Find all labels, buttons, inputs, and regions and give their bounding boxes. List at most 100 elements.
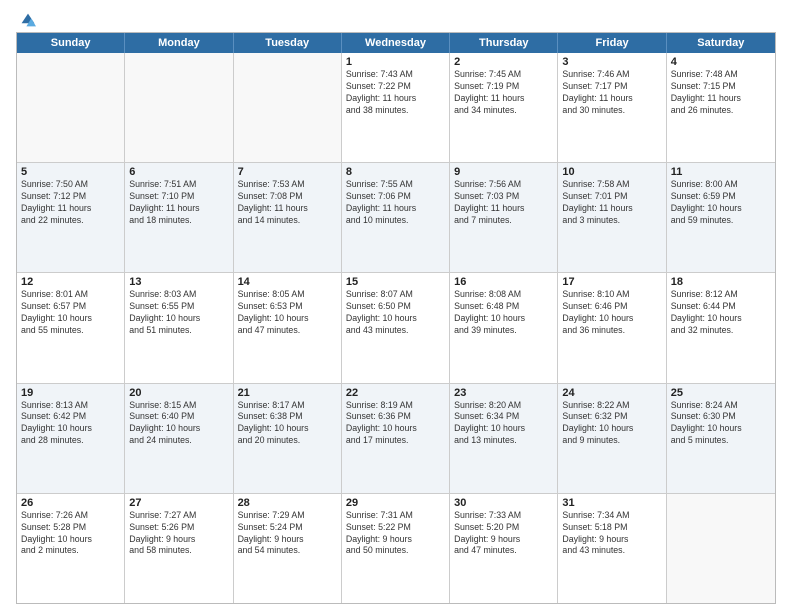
- col-header-wednesday: Wednesday: [342, 33, 450, 53]
- col-header-saturday: Saturday: [667, 33, 775, 53]
- day-cell-13: 13Sunrise: 8:03 AMSunset: 6:55 PMDayligh…: [125, 273, 233, 382]
- calendar: SundayMondayTuesdayWednesdayThursdayFrid…: [16, 32, 776, 604]
- title-area: [106, 12, 776, 14]
- col-header-sunday: Sunday: [17, 33, 125, 53]
- day-number: 18: [671, 276, 771, 288]
- col-header-tuesday: Tuesday: [234, 33, 342, 53]
- page: SundayMondayTuesdayWednesdayThursdayFrid…: [0, 0, 792, 612]
- day-cell-20: 20Sunrise: 8:15 AMSunset: 6:40 PMDayligh…: [125, 384, 233, 493]
- day-cell-27: 27Sunrise: 7:27 AMSunset: 5:26 PMDayligh…: [125, 494, 233, 603]
- day-info: Sunrise: 8:22 AMSunset: 6:32 PMDaylight:…: [562, 400, 661, 448]
- day-cell-9: 9Sunrise: 7:56 AMSunset: 7:03 PMDaylight…: [450, 163, 558, 272]
- day-cell-18: 18Sunrise: 8:12 AMSunset: 6:44 PMDayligh…: [667, 273, 775, 382]
- day-number: 2: [454, 56, 553, 68]
- day-number: 27: [129, 497, 228, 509]
- day-info: Sunrise: 7:29 AMSunset: 5:24 PMDaylight:…: [238, 510, 337, 558]
- day-info: Sunrise: 8:08 AMSunset: 6:48 PMDaylight:…: [454, 289, 553, 337]
- day-info: Sunrise: 7:34 AMSunset: 5:18 PMDaylight:…: [562, 510, 661, 558]
- day-info: Sunrise: 7:53 AMSunset: 7:08 PMDaylight:…: [238, 179, 337, 227]
- day-info: Sunrise: 8:13 AMSunset: 6:42 PMDaylight:…: [21, 400, 120, 448]
- day-number: 9: [454, 166, 553, 178]
- day-cell-19: 19Sunrise: 8:13 AMSunset: 6:42 PMDayligh…: [17, 384, 125, 493]
- logo-icon: [20, 12, 36, 28]
- day-info: Sunrise: 7:50 AMSunset: 7:12 PMDaylight:…: [21, 179, 120, 227]
- day-number: 28: [238, 497, 337, 509]
- day-info: Sunrise: 7:27 AMSunset: 5:26 PMDaylight:…: [129, 510, 228, 558]
- day-cell-28: 28Sunrise: 7:29 AMSunset: 5:24 PMDayligh…: [234, 494, 342, 603]
- day-info: Sunrise: 7:56 AMSunset: 7:03 PMDaylight:…: [454, 179, 553, 227]
- day-info: Sunrise: 7:51 AMSunset: 7:10 PMDaylight:…: [129, 179, 228, 227]
- day-cell-31: 31Sunrise: 7:34 AMSunset: 5:18 PMDayligh…: [558, 494, 666, 603]
- day-cell-4: 4Sunrise: 7:48 AMSunset: 7:15 PMDaylight…: [667, 53, 775, 162]
- day-number: 15: [346, 276, 445, 288]
- day-cell-10: 10Sunrise: 7:58 AMSunset: 7:01 PMDayligh…: [558, 163, 666, 272]
- day-info: Sunrise: 7:43 AMSunset: 7:22 PMDaylight:…: [346, 69, 445, 117]
- empty-cell: [125, 53, 233, 162]
- day-info: Sunrise: 8:00 AMSunset: 6:59 PMDaylight:…: [671, 179, 771, 227]
- day-cell-5: 5Sunrise: 7:50 AMSunset: 7:12 PMDaylight…: [17, 163, 125, 272]
- day-cell-16: 16Sunrise: 8:08 AMSunset: 6:48 PMDayligh…: [450, 273, 558, 382]
- day-number: 20: [129, 387, 228, 399]
- day-number: 7: [238, 166, 337, 178]
- day-cell-2: 2Sunrise: 7:45 AMSunset: 7:19 PMDaylight…: [450, 53, 558, 162]
- day-number: 21: [238, 387, 337, 399]
- day-cell-22: 22Sunrise: 8:19 AMSunset: 6:36 PMDayligh…: [342, 384, 450, 493]
- day-info: Sunrise: 7:48 AMSunset: 7:15 PMDaylight:…: [671, 69, 771, 117]
- day-info: Sunrise: 8:05 AMSunset: 6:53 PMDaylight:…: [238, 289, 337, 337]
- day-number: 30: [454, 497, 553, 509]
- day-info: Sunrise: 7:55 AMSunset: 7:06 PMDaylight:…: [346, 179, 445, 227]
- day-cell-7: 7Sunrise: 7:53 AMSunset: 7:08 PMDaylight…: [234, 163, 342, 272]
- col-header-monday: Monday: [125, 33, 233, 53]
- day-cell-17: 17Sunrise: 8:10 AMSunset: 6:46 PMDayligh…: [558, 273, 666, 382]
- day-number: 29: [346, 497, 445, 509]
- day-number: 5: [21, 166, 120, 178]
- day-cell-15: 15Sunrise: 8:07 AMSunset: 6:50 PMDayligh…: [342, 273, 450, 382]
- empty-cell: [234, 53, 342, 162]
- day-cell-12: 12Sunrise: 8:01 AMSunset: 6:57 PMDayligh…: [17, 273, 125, 382]
- day-number: 14: [238, 276, 337, 288]
- day-info: Sunrise: 8:10 AMSunset: 6:46 PMDaylight:…: [562, 289, 661, 337]
- day-info: Sunrise: 7:58 AMSunset: 7:01 PMDaylight:…: [562, 179, 661, 227]
- day-cell-6: 6Sunrise: 7:51 AMSunset: 7:10 PMDaylight…: [125, 163, 233, 272]
- day-info: Sunrise: 8:15 AMSunset: 6:40 PMDaylight:…: [129, 400, 228, 448]
- col-header-thursday: Thursday: [450, 33, 558, 53]
- header: [16, 12, 776, 28]
- col-header-friday: Friday: [558, 33, 666, 53]
- day-number: 11: [671, 166, 771, 178]
- day-info: Sunrise: 8:03 AMSunset: 6:55 PMDaylight:…: [129, 289, 228, 337]
- day-info: Sunrise: 7:33 AMSunset: 5:20 PMDaylight:…: [454, 510, 553, 558]
- day-number: 6: [129, 166, 228, 178]
- day-number: 19: [21, 387, 120, 399]
- empty-cell: [17, 53, 125, 162]
- day-number: 31: [562, 497, 661, 509]
- day-cell-3: 3Sunrise: 7:46 AMSunset: 7:17 PMDaylight…: [558, 53, 666, 162]
- day-info: Sunrise: 8:17 AMSunset: 6:38 PMDaylight:…: [238, 400, 337, 448]
- day-info: Sunrise: 7:31 AMSunset: 5:22 PMDaylight:…: [346, 510, 445, 558]
- logo: [16, 12, 36, 28]
- day-number: 23: [454, 387, 553, 399]
- week-row-2: 5Sunrise: 7:50 AMSunset: 7:12 PMDaylight…: [17, 162, 775, 272]
- day-info: Sunrise: 7:26 AMSunset: 5:28 PMDaylight:…: [21, 510, 120, 558]
- day-cell-8: 8Sunrise: 7:55 AMSunset: 7:06 PMDaylight…: [342, 163, 450, 272]
- day-number: 12: [21, 276, 120, 288]
- day-number: 10: [562, 166, 661, 178]
- day-number: 24: [562, 387, 661, 399]
- day-info: Sunrise: 8:19 AMSunset: 6:36 PMDaylight:…: [346, 400, 445, 448]
- week-row-3: 12Sunrise: 8:01 AMSunset: 6:57 PMDayligh…: [17, 272, 775, 382]
- day-info: Sunrise: 8:01 AMSunset: 6:57 PMDaylight:…: [21, 289, 120, 337]
- day-info: Sunrise: 7:46 AMSunset: 7:17 PMDaylight:…: [562, 69, 661, 117]
- day-info: Sunrise: 8:07 AMSunset: 6:50 PMDaylight:…: [346, 289, 445, 337]
- calendar-body: 1Sunrise: 7:43 AMSunset: 7:22 PMDaylight…: [17, 53, 775, 603]
- week-row-1: 1Sunrise: 7:43 AMSunset: 7:22 PMDaylight…: [17, 53, 775, 162]
- week-row-4: 19Sunrise: 8:13 AMSunset: 6:42 PMDayligh…: [17, 383, 775, 493]
- logo-area: [16, 12, 106, 28]
- day-number: 26: [21, 497, 120, 509]
- day-cell-14: 14Sunrise: 8:05 AMSunset: 6:53 PMDayligh…: [234, 273, 342, 382]
- day-cell-11: 11Sunrise: 8:00 AMSunset: 6:59 PMDayligh…: [667, 163, 775, 272]
- empty-cell: [667, 494, 775, 603]
- day-cell-1: 1Sunrise: 7:43 AMSunset: 7:22 PMDaylight…: [342, 53, 450, 162]
- day-cell-30: 30Sunrise: 7:33 AMSunset: 5:20 PMDayligh…: [450, 494, 558, 603]
- day-number: 8: [346, 166, 445, 178]
- day-info: Sunrise: 8:20 AMSunset: 6:34 PMDaylight:…: [454, 400, 553, 448]
- day-cell-25: 25Sunrise: 8:24 AMSunset: 6:30 PMDayligh…: [667, 384, 775, 493]
